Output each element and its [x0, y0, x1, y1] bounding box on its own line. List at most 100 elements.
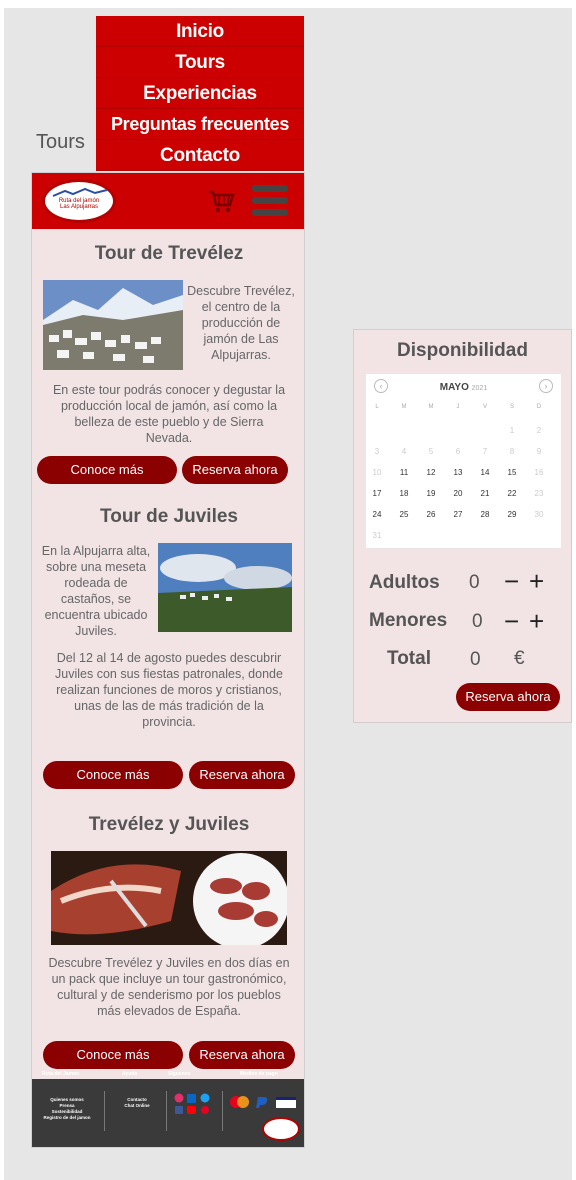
- calendar-day[interactable]: 19: [423, 489, 439, 498]
- calendar-day: 6: [455, 447, 461, 456]
- footer-heading: Siguenos: [168, 1071, 191, 1077]
- adults-minus-button[interactable]: −: [504, 568, 519, 594]
- tour-description-side: Descubre Trevélez, el centro de la produ…: [187, 284, 295, 362]
- tour-description-side: En la Alpujarra alta, sobre una meseta r…: [41, 544, 151, 638]
- calendar-day: 7: [482, 447, 488, 456]
- footer-divider: [104, 1091, 105, 1131]
- calendar-weekday: J: [456, 404, 460, 410]
- footer-heading: Medios de pago: [240, 1071, 278, 1077]
- chevron-right-icon[interactable]: ›: [539, 379, 553, 393]
- trevelez-photo: [43, 280, 183, 370]
- main-nav-menu: Inicio Tours Experiencias Preguntas frec…: [96, 16, 304, 171]
- conoce-mas-button[interactable]: Conoce más: [37, 456, 177, 484]
- calendar-day[interactable]: 22: [504, 489, 520, 498]
- adults-count: 0: [469, 572, 480, 593]
- hamburger-menu-icon[interactable]: [252, 185, 288, 217]
- calendar-weekday: L: [375, 404, 379, 410]
- footer-divider: [166, 1091, 167, 1131]
- calendar-day[interactable]: 11: [396, 468, 412, 477]
- availability-panel: Disponibilidad ‹ MAYO 2021 › LMMJVSD1234…: [353, 329, 572, 723]
- logo-text: Ruta del jamón Las Alpujarras: [58, 198, 100, 210]
- calendar-weekday: D: [536, 404, 542, 410]
- reserva-ahora-button[interactable]: Reserva ahora: [189, 1041, 295, 1069]
- calendar-day[interactable]: 18: [396, 489, 412, 498]
- minors-plus-button[interactable]: +: [529, 608, 544, 634]
- calendar-day[interactable]: 13: [450, 468, 466, 477]
- calendar-day[interactable]: 12: [423, 468, 439, 477]
- calendar-day[interactable]: 17: [369, 489, 385, 498]
- calendar-day: 9: [536, 447, 542, 456]
- calendar-day[interactable]: 27: [450, 510, 466, 519]
- juviles-photo: [158, 543, 292, 632]
- footer-link[interactable]: Chat Online: [110, 1103, 164, 1109]
- mobile-page: Ruta del jamón Las Alpujarras Tour de Tr…: [31, 172, 305, 1148]
- reserva-ahora-button[interactable]: Reserva ahora: [456, 683, 560, 711]
- mountain-swoosh-icon: [52, 188, 108, 197]
- minors-label: Menores: [369, 610, 448, 631]
- footer-link[interactable]: Registro de del jamon: [38, 1115, 96, 1121]
- calendar-day: 10: [372, 468, 382, 477]
- tour-title: Trevélez y Juviles: [88, 814, 250, 835]
- calendar-day: 5: [428, 447, 434, 456]
- nav-item-faq[interactable]: Preguntas frecuentes: [96, 109, 304, 140]
- mobile-header: Ruta del jamón Las Alpujarras: [32, 173, 304, 229]
- total-value: 0: [470, 649, 481, 670]
- calendar-day: 1: [509, 426, 515, 435]
- reserva-ahora-button[interactable]: Reserva ahora: [182, 456, 288, 484]
- cart-icon[interactable]: [207, 187, 235, 215]
- tour-title: Tour de Juviles: [100, 506, 238, 527]
- calendar-day[interactable]: 21: [477, 489, 493, 498]
- footer-links-col2: Contacto Chat Online: [110, 1097, 164, 1109]
- payment-icons: [230, 1096, 296, 1108]
- conoce-mas-button[interactable]: Conoce más: [43, 1041, 183, 1069]
- calendar-day: 23: [534, 489, 544, 498]
- footer-links-col1: Quienes somos Prensa Sostenibilidad Regi…: [38, 1097, 96, 1121]
- reserva-ahora-button[interactable]: Reserva ahora: [189, 761, 295, 789]
- calendar-weekday: M: [428, 404, 434, 410]
- conoce-mas-button[interactable]: Conoce más: [43, 761, 183, 789]
- footer-divider: [222, 1091, 223, 1131]
- footer: Ruta del Jamon Ayuda Siguenos Medios de …: [32, 1071, 304, 1147]
- calendar-day: 30: [534, 510, 544, 519]
- footer-heading: Ayuda: [122, 1071, 138, 1077]
- nav-item-inicio[interactable]: Inicio: [96, 16, 304, 47]
- calendar-day: 8: [509, 447, 515, 456]
- calendar-day[interactable]: 25: [396, 510, 412, 519]
- calendar-weekday: V: [482, 404, 487, 410]
- logo[interactable]: Ruta del jamón Las Alpujarras: [42, 179, 116, 223]
- calendar-day: 16: [534, 468, 544, 477]
- calendar-weekday: M: [401, 404, 407, 410]
- social-icons[interactable]: [174, 1093, 216, 1115]
- calendar-day: 3: [374, 447, 380, 456]
- calendar-day[interactable]: 29: [504, 510, 520, 519]
- calendar-day[interactable]: 28: [477, 510, 493, 519]
- availability-title: Disponibilidad: [397, 340, 528, 361]
- total-label: Total: [387, 648, 431, 669]
- nav-item-contacto[interactable]: Contacto: [96, 140, 304, 171]
- calendar-day: 4: [401, 447, 407, 456]
- calendar-day[interactable]: 15: [504, 468, 520, 477]
- jamon-photo: [51, 851, 287, 945]
- page-label: Tours: [36, 131, 85, 153]
- minors-count: 0: [472, 611, 483, 632]
- nav-item-tours[interactable]: Tours: [96, 47, 304, 78]
- calendar-day[interactable]: 14: [477, 468, 493, 477]
- footer-heading: Ruta del Jamon: [42, 1071, 80, 1077]
- currency-symbol: €: [514, 648, 525, 669]
- tour-title: Tour de Trevélez: [94, 243, 244, 264]
- calendar-day[interactable]: 20: [450, 489, 466, 498]
- minors-minus-button[interactable]: −: [504, 608, 519, 634]
- tour-description: En este tour podrás conocer y degustar l…: [52, 383, 286, 445]
- tour-description: Descubre Trevélez y Juviles en dos días …: [48, 956, 290, 1018]
- nav-item-experiencias[interactable]: Experiencias: [96, 78, 304, 109]
- calendar-weekday: S: [509, 404, 514, 410]
- calendar-month: MAYO 2021: [439, 382, 488, 393]
- adults-plus-button[interactable]: +: [529, 568, 544, 594]
- calendar-day: 2: [536, 426, 542, 435]
- calendar-day[interactable]: 24: [369, 510, 385, 519]
- footer-logo: [262, 1117, 300, 1141]
- calendar-day: 31: [372, 531, 382, 540]
- adults-label: Adultos: [369, 572, 440, 593]
- calendar: ‹ MAYO 2021 › L M M J V S D 1 2 3 4 5 6 7 8 9 10 11 12 13 14…: [366, 374, 561, 548]
- calendar-day[interactable]: 26: [423, 510, 439, 519]
